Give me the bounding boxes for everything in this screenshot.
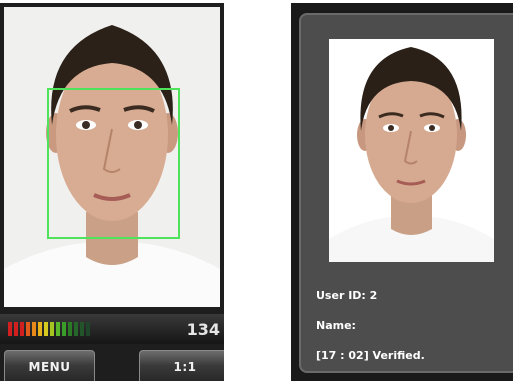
signal-segment xyxy=(14,322,18,336)
signal-segment xyxy=(74,322,78,336)
menu-button[interactable]: MENU xyxy=(4,350,95,381)
camera-preview xyxy=(4,7,220,307)
signal-segment xyxy=(62,322,66,336)
signal-segment xyxy=(8,322,12,336)
status-bar: 134 xyxy=(0,314,224,344)
user-face-image xyxy=(329,39,494,262)
signal-segment xyxy=(56,322,60,336)
signal-segment xyxy=(68,322,72,336)
signal-segment xyxy=(80,322,84,336)
verification-status: [17 : 02] Verified. xyxy=(316,349,425,362)
user-id-label: User ID: 2 xyxy=(316,289,378,302)
signal-segment xyxy=(20,322,24,336)
signal-segment xyxy=(44,322,48,336)
counter-value: 134 xyxy=(186,320,220,339)
signal-segment xyxy=(38,322,42,336)
one-to-one-button[interactable]: 1:1 xyxy=(139,350,224,381)
signal-segment xyxy=(26,322,30,336)
face-detection-box xyxy=(47,88,180,239)
signal-meter xyxy=(8,322,90,336)
signal-segment xyxy=(86,322,90,336)
signal-segment xyxy=(50,322,54,336)
signal-segment xyxy=(32,322,36,336)
user-photo xyxy=(329,39,494,262)
verification-terminal-screen: User ID: 2 Name: [17 : 02] Verified. xyxy=(291,3,513,381)
camera-terminal-screen: 134 MENU 1:1 xyxy=(0,3,224,381)
user-name-label: Name: xyxy=(316,319,356,332)
